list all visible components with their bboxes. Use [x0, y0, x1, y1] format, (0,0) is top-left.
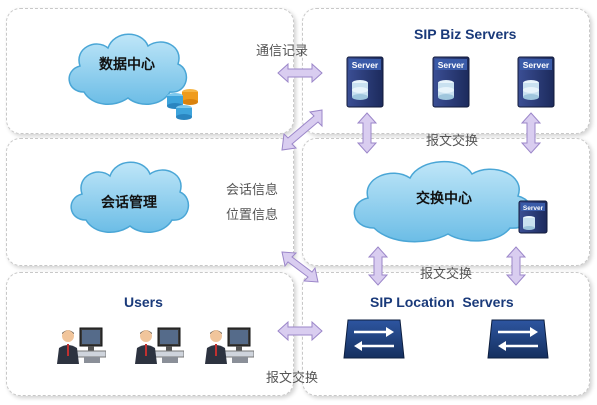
switch-center-label: 交换中心: [416, 191, 472, 207]
msg-exchange-label: 报文交换: [266, 371, 319, 386]
biz-switch-arrow: [357, 112, 377, 154]
switch-center-cloud: 交换中心: [344, 150, 544, 246]
switch-location-arrow: [368, 246, 388, 286]
biz-switch-arrow: [521, 112, 541, 154]
msg-exchange-label: 报文交换: [420, 267, 473, 282]
session-management-cloud: 会话管理: [64, 150, 194, 238]
database-icon: [166, 84, 200, 120]
server-label: Server: [438, 60, 465, 70]
location-info-label: 位置信息: [226, 208, 279, 223]
location-router-icon: [486, 318, 550, 360]
sip-biz-servers-title: SIP Biz Servers: [414, 26, 517, 42]
server-icon: Server: [518, 200, 548, 234]
server-icon: Server: [346, 56, 384, 108]
server-icon: Server: [517, 56, 555, 108]
server-label: Server: [523, 205, 544, 212]
msg-exchange-label: 报文交换: [426, 134, 479, 149]
user-workstation-icon: [54, 326, 106, 366]
data-center-label: 数据中心: [99, 57, 155, 73]
users-location-arrow: [276, 320, 324, 342]
user-workstation-icon: [132, 326, 184, 366]
session-to-switch-arrow: [280, 250, 320, 284]
location-router-icon: [342, 318, 406, 360]
comm-records-label: 通信记录: [256, 44, 309, 59]
biz-to-session-arrow: [280, 108, 324, 152]
comm-records-arrow: [276, 62, 324, 84]
session-info-label: 会话信息: [226, 183, 279, 198]
server-label: Server: [352, 60, 379, 70]
session-management-label: 会话管理: [101, 195, 157, 211]
user-workstation-icon: [202, 326, 254, 366]
users-title: Users: [124, 294, 163, 310]
sip-location-servers-title: SIP Location Servers: [370, 294, 514, 310]
server-icon: Server: [432, 56, 470, 108]
server-label: Server: [523, 60, 550, 70]
switch-location-arrow: [506, 246, 526, 286]
